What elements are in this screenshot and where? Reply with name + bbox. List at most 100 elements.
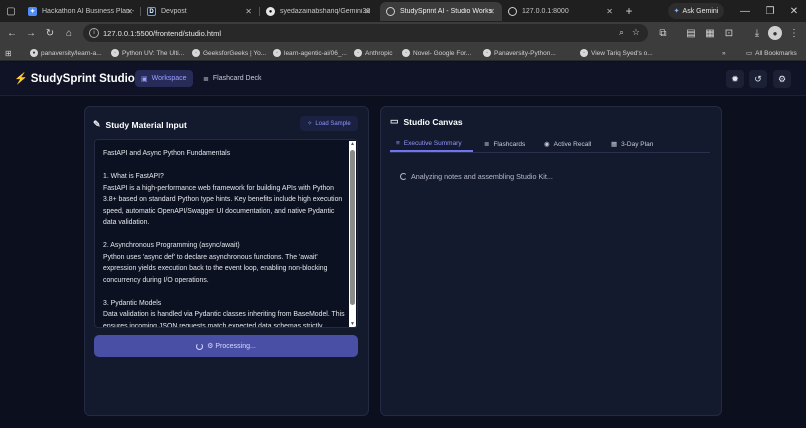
brain-icon: ◉ xyxy=(544,141,550,148)
tab-flashcards[interactable]: ≣ Flashcards xyxy=(478,136,531,152)
tab-executive-summary[interactable]: ≡ Executive Summary xyxy=(390,136,473,152)
globe-icon: ◦ xyxy=(483,49,491,57)
history-icon: ↺ xyxy=(754,73,762,84)
home-icon[interactable]: ⌂ xyxy=(62,26,76,40)
bookmark-item[interactable]: ◦ GeeksforGeeks | Yo... xyxy=(192,47,266,59)
extensions-icon[interactable]: ⧉ xyxy=(656,26,670,40)
menu-kebab-icon[interactable]: ⋮ xyxy=(787,26,801,40)
browser-tab[interactable]: ● syedazainabshariq/Gemini30 - ✕ xyxy=(260,2,378,21)
spinner-icon xyxy=(400,173,407,180)
process-button[interactable]: ⚙ Processing... xyxy=(94,335,358,357)
site-info-icon[interactable]: i xyxy=(89,28,99,38)
study-material-text: FastAPI and Async Python Fundamentals 1.… xyxy=(103,150,345,328)
forward-icon[interactable]: → xyxy=(24,26,38,40)
scrollbar-thumb[interactable] xyxy=(350,150,355,305)
canvas-panel-title: ▭ Studio Canvas xyxy=(390,116,463,127)
globe-icon: ◦ xyxy=(111,49,119,57)
bookmark-item[interactable]: ◦ Novel- Google For... xyxy=(402,47,471,59)
address-bar[interactable]: i 127.0.0.1:5500/frontend/studio.html ⌕ … xyxy=(83,24,648,42)
brand-logo: ⚡ StudySprint Studio xyxy=(14,72,135,86)
apps-grid-icon[interactable]: ⊞ xyxy=(5,47,12,59)
browser-tab[interactable]: ✦ Hackathon AI Business Plan - ✕ xyxy=(22,2,140,21)
app-header: ⚡ StudySprint Studio ▣ Workspace ≣ Flash… xyxy=(0,62,806,96)
bookmark-item[interactable]: ◦ Panaversity-Python... xyxy=(483,47,556,59)
globe-icon: ◦ xyxy=(580,49,588,57)
bookmark-item[interactable]: ◦ View Tariq Syed's o... xyxy=(580,47,653,59)
sidebar-icon[interactable]: ▤ xyxy=(684,26,698,40)
presentation-icon: ▭ xyxy=(390,116,399,126)
bookmark-star-icon[interactable]: ☆ xyxy=(632,27,640,38)
scroll-down-icon[interactable]: ▼ xyxy=(350,322,355,327)
browser-tab[interactable]: D Devpost ✕ xyxy=(141,2,259,21)
load-sample-button[interactable]: ✧ Load Sample xyxy=(300,116,358,131)
close-icon[interactable]: ✕ xyxy=(488,7,495,16)
sun-icon: ✹ xyxy=(731,73,739,84)
stack-icon: ≣ xyxy=(203,75,209,83)
bookmark-item[interactable]: ◦ Anthropic xyxy=(354,47,392,59)
nav-flashcard-deck[interactable]: ≣ Flashcard Deck xyxy=(197,70,268,87)
edit-document-icon: ✎ xyxy=(93,119,101,129)
browser-tab[interactable]: 127.0.0.1:8000 ✕ xyxy=(502,2,620,21)
settings-button[interactable]: ⚙ xyxy=(773,70,791,88)
window-close-icon[interactable]: ✕ xyxy=(787,4,801,18)
close-icon[interactable]: ✕ xyxy=(364,7,371,16)
scroll-up-icon[interactable]: ▲ xyxy=(350,142,355,147)
devpost-icon: D xyxy=(147,7,156,16)
sparkle-icon: ✦ xyxy=(28,7,37,16)
bolt-icon: ⚡ xyxy=(14,73,28,85)
browser-tab-active[interactable]: StudySprint AI - Studio Works ✕ xyxy=(380,2,502,21)
globe-icon xyxy=(508,7,517,16)
globe-icon: ◦ xyxy=(273,49,281,57)
grid-icon[interactable]: ▦ xyxy=(703,26,717,40)
layout-icon: ▣ xyxy=(141,75,148,83)
restore-icon[interactable]: ❐ xyxy=(763,4,777,18)
history-button[interactable]: ↺ xyxy=(749,70,767,88)
bookmark-item[interactable]: ◦ learn-agentic-ai/06_... xyxy=(273,47,347,59)
tab-active-recall[interactable]: ◉ Active Recall xyxy=(538,136,597,152)
bookmarks-bar: ⊞ ● panaversity/learn-a... ◦ Python UV: Th… xyxy=(0,44,806,61)
cards-icon: ≣ xyxy=(484,141,490,148)
calendar-icon: ▦ xyxy=(611,141,618,148)
ask-gemini-button[interactable]: ✦ Ask Gemini xyxy=(668,3,724,19)
browser-toolbar: ← → ↻ ⌂ i 127.0.0.1:5500/frontend/studio… xyxy=(0,22,806,44)
more-bookmarks-icon[interactable]: » xyxy=(722,47,726,59)
brand-name: StudySprint Studio xyxy=(30,72,135,85)
gear-icon: ⚙ xyxy=(777,73,787,84)
browser-tab-strip: ▢ ✦ Hackathon AI Business Plan - ✕ D Dev… xyxy=(0,0,806,22)
canvas-tabs: ≡ Executive Summary ≣ Flashcards ◉ Activ… xyxy=(390,136,710,153)
theme-toggle-button[interactable]: ✹ xyxy=(726,70,744,88)
spinner-icon xyxy=(196,342,204,350)
input-panel-title: ✎ Study Material Input xyxy=(93,119,187,130)
github-icon: ● xyxy=(30,49,38,57)
reload-icon[interactable]: ↻ xyxy=(43,26,57,40)
zoom-search-icon[interactable]: ⌕ xyxy=(619,27,624,38)
back-icon[interactable]: ← xyxy=(5,26,19,40)
bookmark-item[interactable]: ◦ Python UV: The Ulti... xyxy=(111,47,184,59)
github-icon: ● xyxy=(266,7,275,16)
screenshot-icon[interactable]: ⊡ xyxy=(722,26,736,40)
list-icon: ≡ xyxy=(396,139,400,147)
folder-icon: ▭ xyxy=(746,50,753,57)
nav-workspace[interactable]: ▣ Workspace xyxy=(135,70,193,87)
bookmark-item[interactable]: ● panaversity/learn-a... xyxy=(30,47,102,59)
close-icon[interactable]: ✕ xyxy=(126,7,133,16)
new-tab-icon[interactable]: + xyxy=(622,4,636,18)
globe-icon: ◦ xyxy=(402,49,410,57)
tab-search-icon[interactable]: ▢ xyxy=(4,4,18,18)
download-icon[interactable]: ⤓ xyxy=(750,26,764,40)
minimize-icon[interactable]: — xyxy=(738,4,752,18)
textarea-scrollbar[interactable]: ▲ ▼ xyxy=(349,141,356,327)
globe-icon: ◦ xyxy=(354,49,362,57)
tab-3-day-plan[interactable]: ▦ 3-Day Plan xyxy=(605,136,659,152)
close-icon[interactable]: ✕ xyxy=(245,7,252,16)
all-bookmarks-folder[interactable]: ▭ All Bookmarks xyxy=(746,47,797,59)
profile-avatar-icon[interactable]: ● xyxy=(768,26,782,40)
study-material-textarea[interactable]: FastAPI and Async Python Fundamentals 1.… xyxy=(94,139,358,328)
close-icon[interactable]: ✕ xyxy=(606,7,613,16)
url-text: 127.0.0.1:5500/frontend/studio.html xyxy=(103,28,222,38)
globe-icon: ◦ xyxy=(192,49,200,57)
globe-icon xyxy=(386,7,395,16)
magic-wand-icon: ✧ xyxy=(307,121,313,127)
loading-status: Analyzing notes and assembling Studio Ki… xyxy=(400,172,553,181)
gemini-icon: ✦ xyxy=(673,8,680,15)
